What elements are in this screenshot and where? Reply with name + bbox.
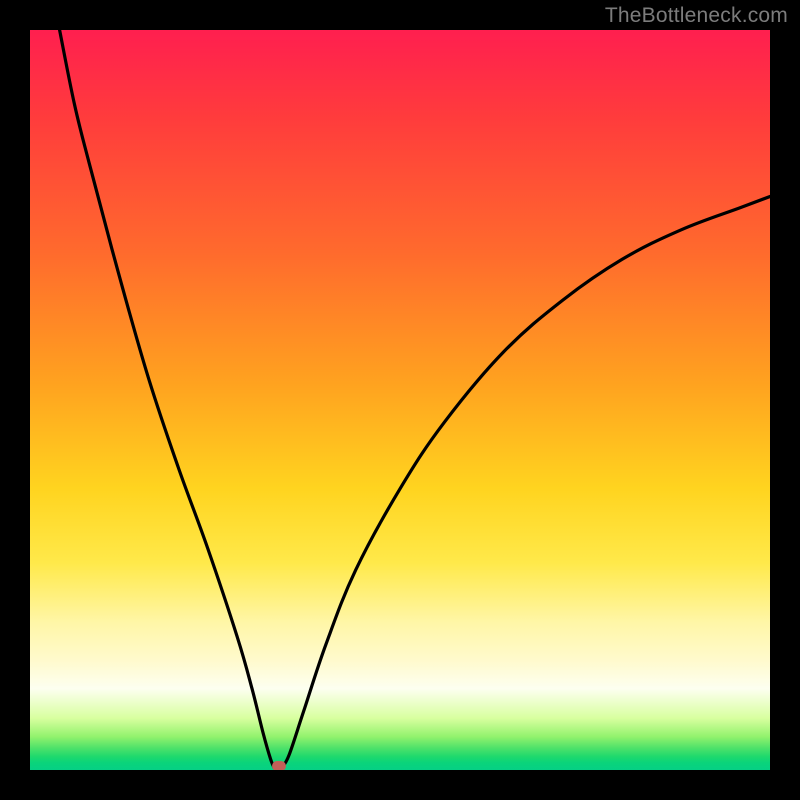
plot-area: [30, 30, 770, 770]
chart-frame: TheBottleneck.com: [0, 0, 800, 800]
optimal-point-marker: [272, 761, 286, 770]
watermark-text: TheBottleneck.com: [605, 4, 788, 28]
bottleneck-curve: [30, 30, 770, 770]
